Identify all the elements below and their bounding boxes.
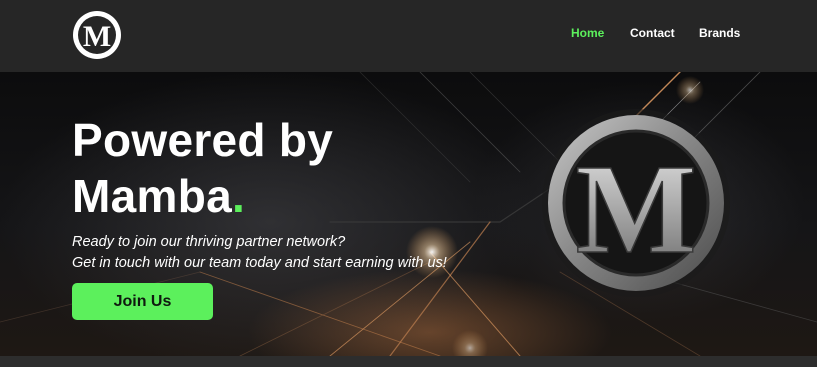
hero-subtitle-line1: Ready to join our thriving partner netwo… bbox=[72, 234, 346, 250]
hero-title-dot: . bbox=[231, 170, 246, 222]
hero-subtitle: Ready to join our thriving partner netwo… bbox=[72, 232, 447, 274]
nav-item-brands[interactable]: Brands bbox=[699, 25, 740, 41]
emblem-letter: M bbox=[576, 138, 697, 280]
join-us-button[interactable]: Join Us bbox=[72, 283, 213, 320]
hero-banner: M Powered by Mamba. Ready to join our th… bbox=[0, 72, 817, 356]
hero-title-line2: Mamba bbox=[72, 170, 232, 222]
m-metal-emblem-icon: M bbox=[542, 109, 730, 297]
nav-item-home[interactable]: Home bbox=[571, 25, 604, 41]
bottom-strip bbox=[0, 356, 817, 367]
hero-title: Powered by Mamba. bbox=[72, 112, 333, 224]
nav-item-contact[interactable]: Contact bbox=[630, 25, 675, 41]
hero-title-line1: Powered by bbox=[72, 114, 334, 166]
hero-subtitle-line2: Get in touch with our team today and sta… bbox=[72, 255, 447, 271]
m-circle-logo-icon[interactable]: M bbox=[71, 9, 123, 61]
top-navbar: M Home Contact Brands bbox=[0, 0, 817, 72]
logo-letter: M bbox=[83, 20, 111, 53]
